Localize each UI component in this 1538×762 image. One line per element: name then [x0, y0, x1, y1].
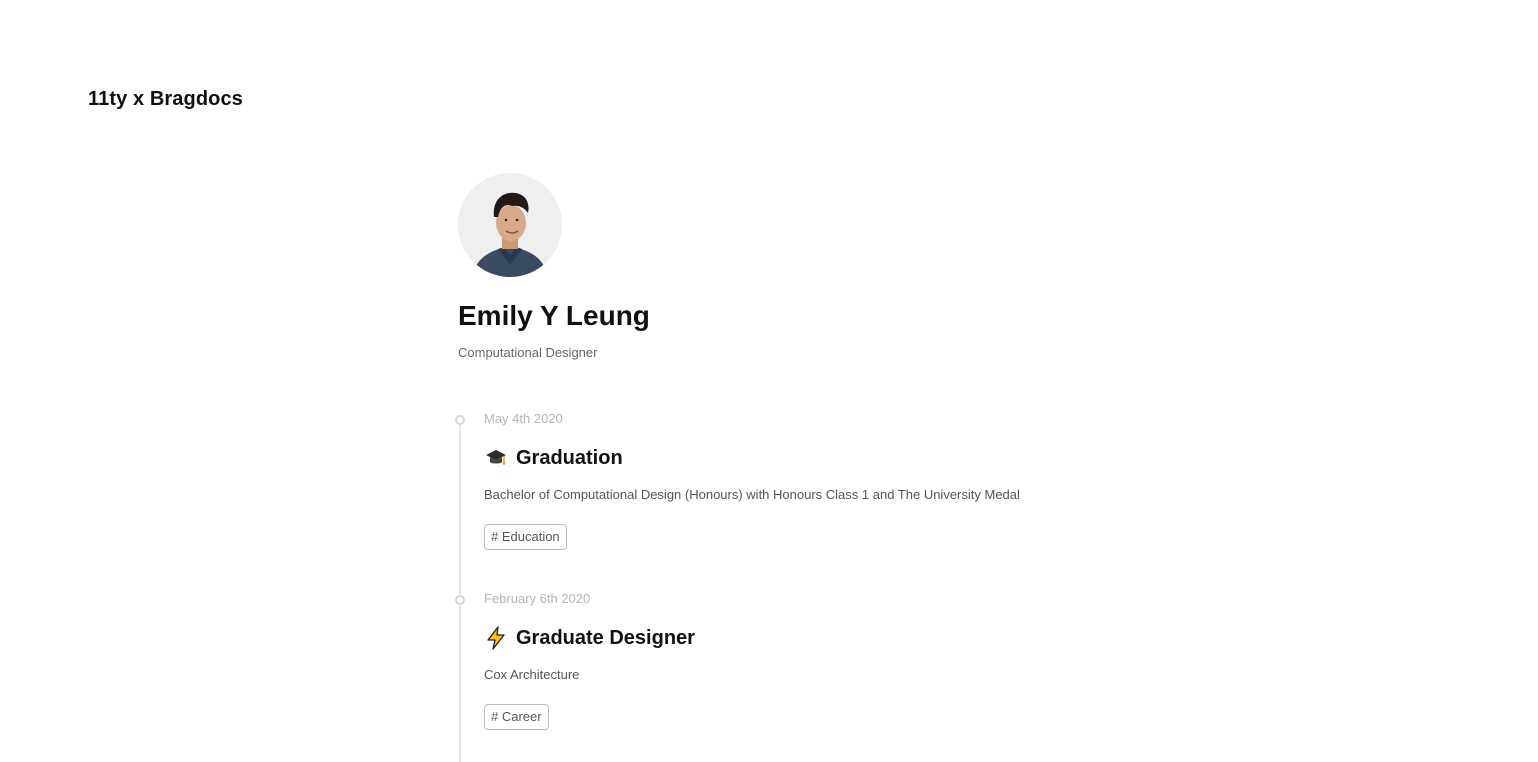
entry-date: February 6th 2020: [484, 591, 591, 606]
graduation-cap-icon: [484, 446, 508, 470]
entry-title-text: Graduate Designer: [516, 627, 695, 649]
entry-title: Graduation: [484, 446, 1144, 470]
profile-role: Computational Designer: [458, 344, 598, 360]
avatar: [458, 173, 562, 277]
entry-title: Graduate Designer: [484, 626, 1144, 650]
profile-section: Emily Y Leung Computational Designer: [458, 173, 650, 360]
timeline-line: [459, 422, 461, 762]
site-title-link[interactable]: 11ty x Bragdocs: [88, 88, 243, 111]
timeline-dot: [455, 415, 465, 425]
tag-career-link[interactable]: # Career: [484, 704, 549, 730]
entry-description: Bachelor of Computational Design (Honour…: [484, 487, 1020, 502]
profile-name: Emily Y Leung: [458, 300, 650, 331]
timeline: May 4th 2020 Graduation Bachelor of Comp…: [454, 408, 1154, 762]
entry-date: May 4th 2020: [484, 411, 563, 426]
entry-title-text: Graduation: [516, 447, 623, 469]
entry-description: Cox Architecture: [484, 667, 580, 682]
avatar-photo: [458, 173, 562, 277]
tag-education-link[interactable]: # Education: [484, 524, 567, 550]
lightning-bolt-icon: [484, 626, 508, 650]
timeline-dot: [455, 595, 465, 605]
